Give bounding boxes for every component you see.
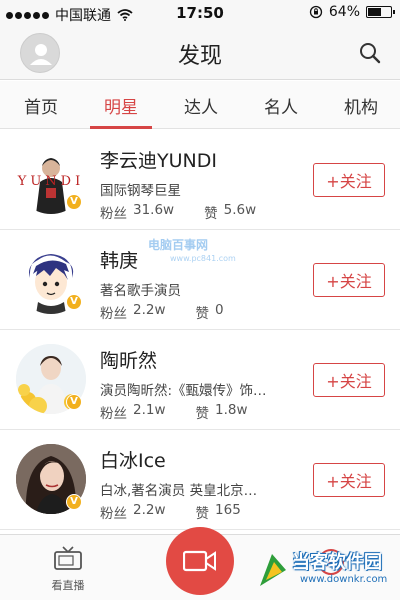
star-description: 著名歌手演员 (100, 283, 181, 299)
follow-button[interactable]: +关注 (313, 263, 385, 297)
tv-icon (54, 546, 82, 570)
watermark-url: www.downkr.com (300, 574, 388, 585)
follow-button[interactable]: +关注 (313, 463, 385, 497)
star-description: 国际钢琴巨星 (100, 183, 181, 199)
watch-live-tab[interactable]: 看直播 (44, 545, 92, 593)
fans-label: 粉丝 (100, 506, 127, 522)
watermark-url: www.pc841.com (170, 254, 236, 263)
star-name: 白冰Ice (100, 450, 166, 472)
fans-count: 2.1w (133, 402, 166, 418)
watermark-title: 当客软件园 (292, 552, 382, 573)
follow-button[interactable]: +关注 (313, 163, 385, 197)
tab-stars[interactable]: 明星 (104, 93, 138, 118)
watch-live-label: 看直播 (51, 579, 85, 592)
active-tab-indicator (90, 126, 152, 129)
battery-percent: 64% (328, 4, 360, 20)
nav-bar: 发现 (0, 26, 400, 80)
likes-count: 1.8w (215, 402, 248, 418)
verified-badge-icon: V (66, 294, 82, 310)
fans-count: 31.6w (133, 202, 175, 218)
list-item[interactable]: V 陶昕然 演员陶昕然:《甄嬛传》饰… 粉丝 2.1w 赞 1.8w +关注 (0, 330, 400, 430)
battery-icon (366, 6, 395, 18)
status-bar: 中国联通 17:50 64% (0, 0, 400, 26)
fans-count: 2.2w (133, 502, 166, 518)
tab-celebrities[interactable]: 名人 (264, 93, 298, 118)
likes-count: 0 (215, 302, 224, 318)
watermark-logo-icon (260, 554, 286, 586)
tab-experts[interactable]: 达人 (184, 93, 218, 118)
star-name: 李云迪YUNDI (100, 150, 217, 172)
video-camera-icon (183, 550, 216, 572)
verified-badge-icon: V (66, 394, 82, 410)
star-stats: 粉丝 2.2w 赞 165 (100, 502, 241, 522)
star-description: 演员陶昕然:《甄嬛传》饰… (100, 383, 267, 399)
tab-organizations[interactable]: 机构 (344, 93, 378, 118)
fans-count: 2.2w (133, 302, 166, 318)
star-stats: 粉丝 31.6w 赞 5.6w (100, 202, 256, 222)
corner-watermark: 当客软件园 www.downkr.com (256, 544, 396, 596)
go-live-button[interactable] (166, 527, 234, 595)
likes-label: 赞 (195, 506, 210, 522)
likes-label: 赞 (195, 406, 210, 422)
list-item[interactable]: YUNDI V 李云迪YUNDI 国际钢琴巨星 粉丝 31.6w 赞 5.6w … (0, 130, 400, 230)
star-description: 白冰,著名演员 英皇北京… (100, 483, 258, 499)
star-stats: 粉丝 2.1w 赞 1.8w (100, 402, 248, 422)
star-stats: 粉丝 2.2w 赞 0 (100, 302, 224, 322)
category-tabs: 首页 明星 达人 名人 机构 (0, 81, 400, 129)
orientation-lock-icon (309, 5, 323, 19)
avatar-logo-text: YUNDI (17, 174, 85, 189)
likes-label: 赞 (195, 306, 210, 322)
verified-badge-icon: V (66, 194, 82, 210)
likes-count: 165 (215, 502, 241, 518)
watermark-text: 电脑百事网 (148, 238, 209, 252)
likes-label: 赞 (204, 206, 218, 222)
likes-count: 5.6w (223, 202, 257, 218)
list-item[interactable]: V 白冰Ice 白冰,著名演员 英皇北京… 粉丝 2.2w 赞 165 +关注 (0, 430, 400, 530)
star-name: 韩庚 (100, 250, 139, 272)
search-icon[interactable] (358, 41, 382, 65)
page-title: 发现 (177, 44, 222, 69)
fans-label: 粉丝 (100, 206, 127, 222)
fans-label: 粉丝 (100, 406, 127, 422)
follow-button[interactable]: +关注 (313, 363, 385, 397)
star-name: 陶昕然 (100, 350, 158, 372)
fans-label: 粉丝 (100, 306, 127, 322)
verified-badge-icon: V (66, 494, 82, 510)
tab-home[interactable]: 首页 (24, 93, 58, 118)
